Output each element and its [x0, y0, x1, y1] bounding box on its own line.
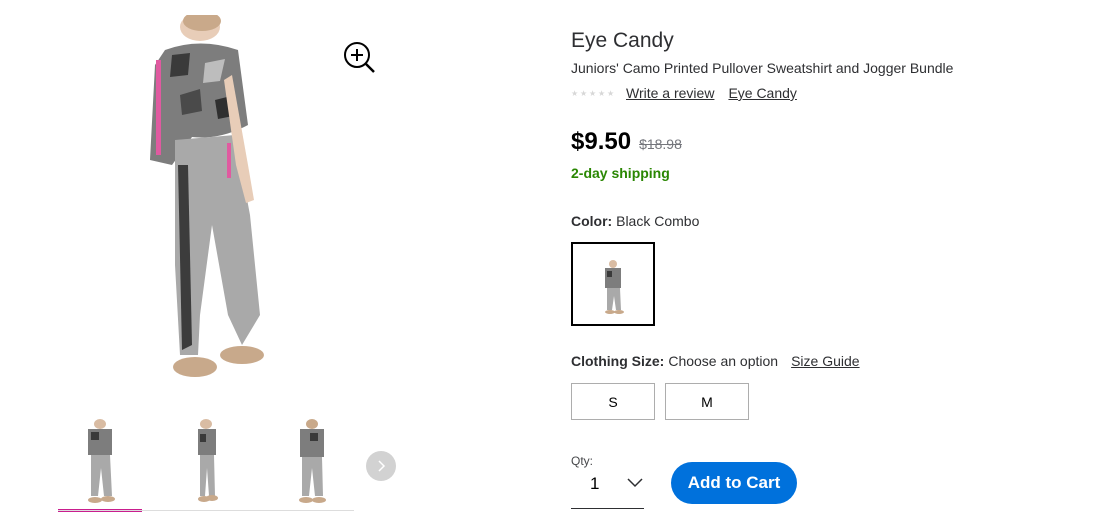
product-main-image [150, 15, 264, 377]
review-row: ★ ★ ★ ★ ★ Write a review Eye Candy [571, 85, 811, 101]
thumbnail-divider [58, 510, 354, 511]
size-value: Choose an option [668, 353, 779, 369]
thumbnail-strip [58, 418, 358, 515]
current-price: $9.50 [571, 128, 632, 155]
color-value: Black Combo [616, 213, 700, 229]
was-price: $18.98 [639, 136, 682, 152]
thumbnail-3[interactable] [270, 418, 354, 510]
star-icon: ★ [607, 88, 615, 98]
size-option-s[interactable]: S [571, 383, 655, 420]
star-icon: ★ [589, 88, 597, 98]
star-icon: ★ [571, 88, 579, 98]
size-guide-link[interactable]: Size Guide [791, 353, 859, 369]
star-icon: ★ [598, 88, 606, 98]
size-option-m[interactable]: M [665, 383, 749, 420]
size-label-row: Clothing Size: Choose an option Size Gui… [571, 353, 874, 369]
rating-stars: ★ ★ ★ ★ ★ [571, 88, 616, 98]
product-brand: Eye Candy [571, 29, 674, 52]
star-icon: ★ [580, 88, 588, 98]
size-label: Clothing Size: [571, 353, 665, 369]
shipping-badge: 2-day shipping [571, 165, 670, 181]
qty-label: Qty: [571, 454, 594, 468]
price-row: $9.50 $18.98 [571, 128, 682, 156]
add-to-cart-button[interactable]: Add to Cart [671, 462, 797, 504]
color-label-row: Color: Black Combo [571, 213, 699, 229]
qty-value: 1 [590, 474, 600, 493]
product-gallery [0, 0, 560, 515]
write-review-link[interactable]: Write a review [626, 85, 714, 101]
thumbnail-1[interactable] [58, 418, 142, 512]
product-info: Eye Candy Juniors' Camo Printed Pullover… [571, 0, 1111, 515]
zoom-in-icon[interactable] [340, 38, 380, 78]
chevron-right-icon[interactable] [366, 451, 396, 481]
color-label: Color: [571, 213, 613, 229]
thumbnail-2[interactable] [164, 418, 248, 510]
brand-link[interactable]: Eye Candy [728, 85, 796, 101]
chevron-down-icon [627, 478, 643, 488]
qty-select[interactable]: 1 [571, 470, 644, 509]
color-swatch[interactable] [571, 242, 655, 326]
product-title: Juniors' Camo Printed Pullover Sweatshir… [571, 60, 954, 76]
